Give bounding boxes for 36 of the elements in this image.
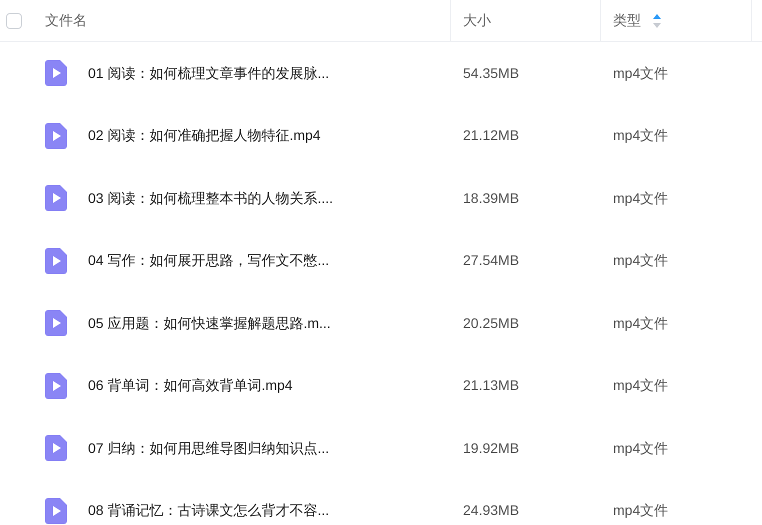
file-name[interactable]: 02 阅读：如何准确把握人物特征.mp4 bbox=[88, 125, 321, 146]
column-header[interactable]: 大小 bbox=[463, 10, 491, 31]
video-file-icon bbox=[45, 122, 67, 149]
file-name[interactable]: 01 阅读：如何梳理文章事件的发展脉... bbox=[88, 62, 330, 84]
file-type: mp4文件 bbox=[613, 64, 668, 81]
file-type: mp4文件 bbox=[613, 127, 668, 144]
file-type: mp4文件 bbox=[613, 190, 668, 206]
video-file-icon bbox=[45, 185, 67, 212]
file-name[interactable]: 06 背单词：如何高效背单词.mp4 bbox=[88, 375, 293, 396]
file-size: 24.93MB bbox=[463, 502, 520, 518]
file-type: mp4文件 bbox=[613, 440, 668, 456]
video-file-icon bbox=[45, 435, 67, 462]
video-file-icon bbox=[45, 60, 67, 86]
file-name[interactable]: 05 应用题：如何快速掌握解题思路.m... bbox=[88, 312, 331, 334]
video-file-icon bbox=[45, 248, 67, 274]
file-type: mp4文件 bbox=[613, 377, 668, 394]
file-name[interactable]: 04 写作：如何展开思路，写作文不憋... bbox=[88, 250, 330, 272]
file-name[interactable]: 03 阅读：如何梳理整本书的人物关系.... bbox=[88, 188, 334, 209]
file-type: mp4文件 bbox=[613, 314, 668, 331]
file-size: 54.35MB bbox=[463, 64, 520, 81]
file-size: 18.39MB bbox=[463, 190, 520, 206]
sort-icon[interactable] bbox=[653, 14, 661, 28]
select-all-checkbox[interactable] bbox=[6, 12, 22, 28]
column-header[interactable]: 类型 bbox=[613, 10, 641, 31]
file-type: mp4文件 bbox=[613, 502, 668, 518]
video-file-icon bbox=[45, 372, 67, 399]
file-size: 21.13MB bbox=[463, 377, 520, 394]
file-type: mp4文件 bbox=[613, 252, 668, 268]
file-size: 19.92MB bbox=[463, 440, 520, 456]
video-file-icon bbox=[45, 310, 67, 336]
file-size: 21.12MB bbox=[463, 127, 520, 144]
column-header[interactable]: 文件名 bbox=[45, 10, 87, 31]
file-size: 27.54MB bbox=[463, 252, 520, 268]
file-name[interactable]: 07 归纳：如何用思维导图归纳知识点... bbox=[88, 438, 330, 459]
file-size: 20.25MB bbox=[463, 314, 520, 331]
file-name[interactable]: 08 背诵记忆：古诗课文怎么背才不容... bbox=[88, 500, 330, 522]
